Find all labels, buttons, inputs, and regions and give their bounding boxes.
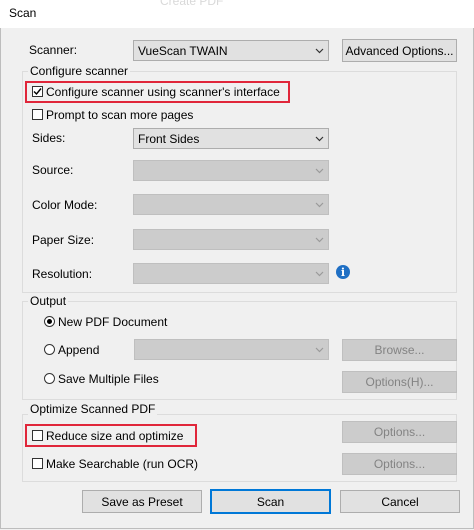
append-label: Append [58, 343, 100, 357]
paper-size-select[interactable] [133, 229, 329, 250]
source-label: Source: [32, 163, 74, 177]
checkmark-icon [33, 88, 42, 96]
sides-select-value: Front Sides [138, 132, 200, 146]
chevron-down-icon [315, 202, 324, 208]
chevron-down-icon [315, 136, 324, 142]
output-title: Output [28, 294, 69, 308]
paper-size-label: Paper Size: [32, 233, 95, 247]
reduce-options-button[interactable]: Options... [342, 421, 457, 443]
cancel-button-label: Cancel [381, 494, 419, 509]
info-icon[interactable]: i [336, 265, 350, 279]
configure-scanner-group [22, 71, 457, 293]
scan-button-label: Scan [256, 494, 285, 509]
background-window-text: Create PDF [160, 0, 224, 8]
scanner-label: Scanner: [29, 43, 78, 57]
save-as-preset-label: Save as Preset [101, 494, 183, 509]
reduce-size-checkbox[interactable] [32, 430, 43, 441]
append-radio[interactable] [44, 344, 55, 355]
color-mode-select[interactable] [133, 194, 329, 215]
output-options-label: Options(H)... [365, 375, 434, 389]
use-interface-checkbox[interactable] [32, 86, 43, 97]
chevron-down-icon [315, 48, 324, 54]
save-multiple-radio[interactable] [44, 373, 55, 384]
ocr-checkbox[interactable] [32, 458, 43, 469]
configure-scanner-title: Configure scanner [28, 64, 131, 78]
window-title: Scan [9, 6, 37, 20]
append-target-select[interactable] [134, 339, 329, 360]
new-pdf-radio[interactable] [44, 316, 55, 327]
title-bar: Scan Create PDF [0, 0, 474, 28]
chevron-down-icon [315, 237, 324, 243]
source-select[interactable] [133, 160, 329, 181]
sides-select[interactable]: Front Sides [133, 128, 329, 149]
save-multiple-label: Save Multiple Files [58, 372, 159, 386]
advanced-options-button[interactable]: Advanced Options... [342, 39, 457, 62]
chevron-down-icon [315, 271, 324, 277]
reduce-size-label: Reduce size and optimize [46, 429, 184, 443]
prompt-more-pages-checkbox[interactable] [32, 109, 43, 120]
chevron-down-icon [315, 168, 324, 174]
resolution-label: Resolution: [32, 267, 93, 281]
output-options-button[interactable]: Options(H)... [342, 371, 457, 393]
advanced-options-label: Advanced Options... [345, 43, 454, 58]
cancel-button[interactable]: Cancel [340, 490, 460, 513]
prompt-more-pages-label: Prompt to scan more pages [46, 108, 194, 122]
info-icon-glyph: i [340, 265, 346, 279]
ocr-options-label: Options... [373, 457, 426, 471]
ocr-options-button[interactable]: Options... [342, 453, 457, 475]
browse-button-label: Browse... [374, 343, 425, 357]
chevron-down-icon [315, 347, 324, 353]
scanner-select[interactable]: VueScan TWAIN [133, 40, 329, 61]
ocr-label: Make Searchable (run OCR) [46, 457, 199, 471]
scan-button[interactable]: Scan [210, 489, 331, 514]
optimize-title: Optimize Scanned PDF [28, 402, 158, 416]
reduce-options-label: Options... [373, 425, 426, 439]
sides-label: Sides: [32, 131, 66, 145]
use-interface-label: Configure scanner using scanner's interf… [46, 85, 280, 99]
color-mode-label: Color Mode: [32, 198, 98, 212]
resolution-select[interactable] [133, 263, 329, 284]
browse-button[interactable]: Browse... [342, 339, 457, 361]
save-as-preset-button[interactable]: Save as Preset [82, 490, 202, 513]
new-pdf-label: New PDF Document [58, 315, 168, 329]
scanner-select-value: VueScan TWAIN [138, 44, 228, 58]
